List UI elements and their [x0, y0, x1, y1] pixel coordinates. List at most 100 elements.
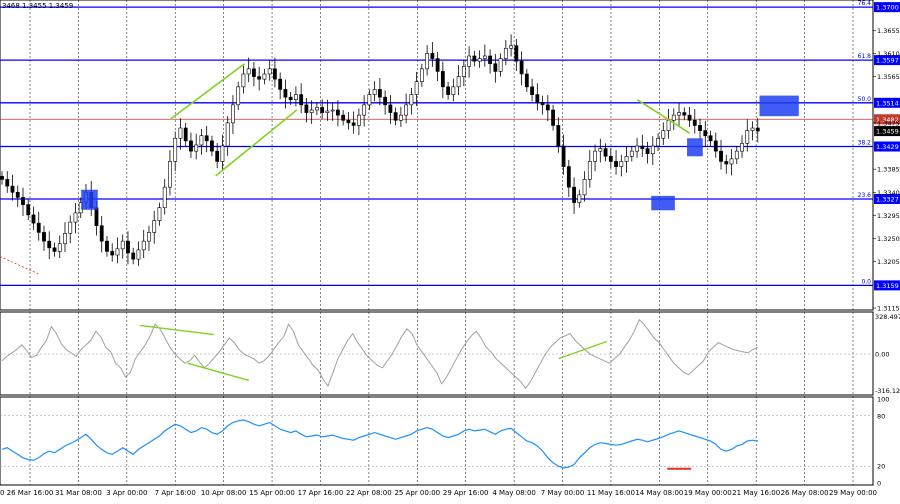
candle-body	[341, 114, 346, 121]
fib-ratio-label: 38.2	[858, 140, 872, 147]
candle-body	[682, 112, 687, 116]
candle-body	[15, 191, 20, 198]
price-axis: 1.3655 1.3610 1.3565 1.3475 1.3385 1.3340 1.32…	[873, 27, 900, 313]
candle-body	[110, 251, 115, 256]
highlight-zone	[759, 95, 799, 117]
candle-body	[126, 240, 130, 254]
candle-body	[99, 225, 104, 242]
candle-body	[645, 148, 650, 155]
candle-body	[713, 140, 718, 152]
candle-body	[404, 104, 409, 116]
y-tick-label: 1.3655	[877, 27, 900, 35]
candle-body	[703, 130, 708, 137]
candle-body	[530, 86, 534, 95]
x-tick-label: 4 May 08:00	[492, 489, 536, 497]
candle-body	[414, 81, 419, 95]
x-tick-label: 25 Apr 00:00	[394, 489, 440, 497]
candle-body	[178, 127, 183, 139]
candle-body	[356, 114, 361, 126]
candle-body	[577, 194, 582, 203]
cci-tick-label: -316.1271	[875, 387, 900, 395]
candle-body	[246, 68, 251, 75]
candle-body	[267, 68, 272, 75]
x-tick-label: 3 Apr 00:00	[106, 489, 147, 497]
highlight-zone	[687, 138, 703, 157]
candle-body	[561, 145, 566, 167]
candle-body	[587, 161, 592, 180]
candle-body	[640, 145, 645, 149]
candle-body	[519, 60, 524, 75]
candle-body	[488, 55, 492, 65]
candle-body	[147, 232, 151, 242]
y-tick-label: 1.3115	[877, 305, 900, 313]
y-tick-label: 1.3295	[877, 212, 900, 220]
candle-body	[509, 45, 513, 49]
candle-body	[105, 240, 109, 252]
candle-body	[210, 140, 214, 152]
candle-body	[446, 86, 451, 95]
y-tick-label: 1.3610	[877, 50, 900, 58]
candle-body	[10, 185, 15, 193]
candle-body	[0, 176, 4, 180]
candle-body	[21, 197, 25, 205]
y-tick-label: 1.3385	[877, 166, 900, 174]
candle-body	[656, 137, 660, 147]
candle-body	[241, 73, 246, 88]
candle-body	[36, 222, 41, 233]
candle-body	[677, 112, 681, 116]
candle-body	[398, 114, 403, 121]
candle-body	[482, 55, 487, 59]
candle-body	[278, 78, 283, 90]
y-tick-label: 1.3205	[877, 258, 900, 266]
candle-body	[719, 150, 723, 162]
candle-body	[231, 104, 235, 124]
x-tick-label: 19 May 00:00	[684, 489, 732, 497]
candle-body	[724, 161, 729, 165]
candle-body	[299, 94, 304, 106]
candle-body	[461, 65, 466, 77]
candle-body	[120, 240, 125, 250]
candle-body	[451, 86, 456, 95]
candle-body	[425, 53, 430, 70]
candle-body	[257, 76, 262, 80]
fib-price-label: 1.3514	[876, 99, 899, 107]
x-tick-label: 26 May 08:00	[781, 489, 829, 497]
candle-body	[199, 135, 204, 146]
chart-window: 76.4 1.3700 61.8 1.3597 50.0 1.3514 38.2 1.3429…	[0, 0, 900, 500]
rsi-tick-label: 100	[877, 396, 889, 404]
candle-body	[52, 247, 57, 252]
candle-body	[47, 240, 52, 249]
x-tick-label: 21 May 16:00	[732, 489, 780, 497]
x-tick-label: 29 May 00:00	[829, 489, 877, 497]
candle-body	[708, 135, 713, 142]
candle-body	[635, 145, 639, 152]
candle-body	[750, 127, 755, 131]
candle-body	[666, 119, 671, 131]
candle-body	[493, 63, 498, 72]
x-tick-label: 0	[0, 489, 4, 497]
candle-body	[325, 110, 330, 113]
y-tick-label: 1.3340	[877, 189, 900, 197]
candle-body	[687, 114, 692, 121]
candle-body	[740, 143, 744, 152]
fib-ratio-label: 0.0	[861, 278, 871, 285]
candle-body	[603, 148, 608, 157]
candle-body	[388, 104, 393, 113]
candle-body	[671, 114, 676, 121]
candle-body	[346, 119, 351, 124]
candle-body	[614, 161, 618, 167]
time-axis: 26 Mar 16:00 31 Mar 08:00 3 Apr 00:00 7 Apr…	[0, 489, 877, 497]
y-tick-label: 1.3250	[877, 235, 900, 243]
candle-body	[152, 220, 157, 233]
candle-body	[115, 248, 120, 256]
rsi-pane	[0, 396, 874, 486]
candle-body	[335, 109, 340, 116]
rsi-tick-label: 0	[877, 480, 881, 488]
ohlc-header: 3468 1.3455 1.3459	[2, 2, 73, 10]
candle-body	[745, 130, 750, 144]
x-tick-label: 11 May 16:00	[587, 489, 635, 497]
highlight-zone	[81, 189, 98, 210]
candle-body	[409, 94, 414, 106]
x-tick-label: 7 May 00:00	[541, 489, 585, 497]
candle-body	[698, 125, 702, 131]
